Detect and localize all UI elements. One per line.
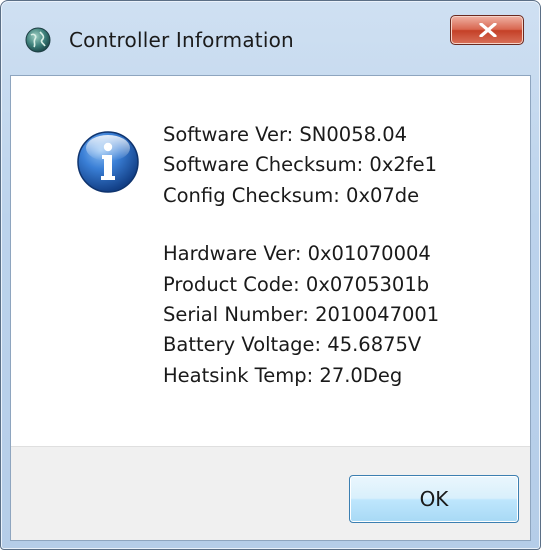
window-title: Controller Information: [69, 28, 294, 52]
software-checksum: Software Checksum: 0x2fe1: [163, 153, 438, 177]
close-button[interactable]: [450, 15, 524, 45]
ok-button[interactable]: OK: [349, 475, 519, 523]
battery-voltage: Battery Voltage: 45.6875V: [163, 333, 422, 357]
hardware-version: Hardware Ver: 0x01070004: [163, 242, 431, 266]
serial-number: Serial Number: 2010047001: [163, 303, 440, 327]
config-checksum: Config Checksum: 0x07de: [163, 183, 420, 207]
globe-icon: [25, 27, 51, 53]
product-code: Product Code: 0x0705301b: [163, 272, 430, 296]
software-version: Software Ver: SN0058.04: [163, 123, 408, 146]
dialog-window: Controller Information Software Ver: SN0…: [0, 0, 541, 550]
button-bar: OK: [11, 446, 530, 540]
info-icon: [77, 131, 139, 193]
title-bar[interactable]: Controller Information: [1, 1, 540, 75]
heatsink-temp: Heatsink Temp: 27.0Deg: [163, 363, 403, 387]
dialog-content: Software Ver: SN0058.04 Software Checksu…: [10, 75, 531, 541]
close-icon: [479, 23, 497, 37]
info-text: Software Ver: SN0058.04 Software Checksu…: [163, 120, 439, 391]
